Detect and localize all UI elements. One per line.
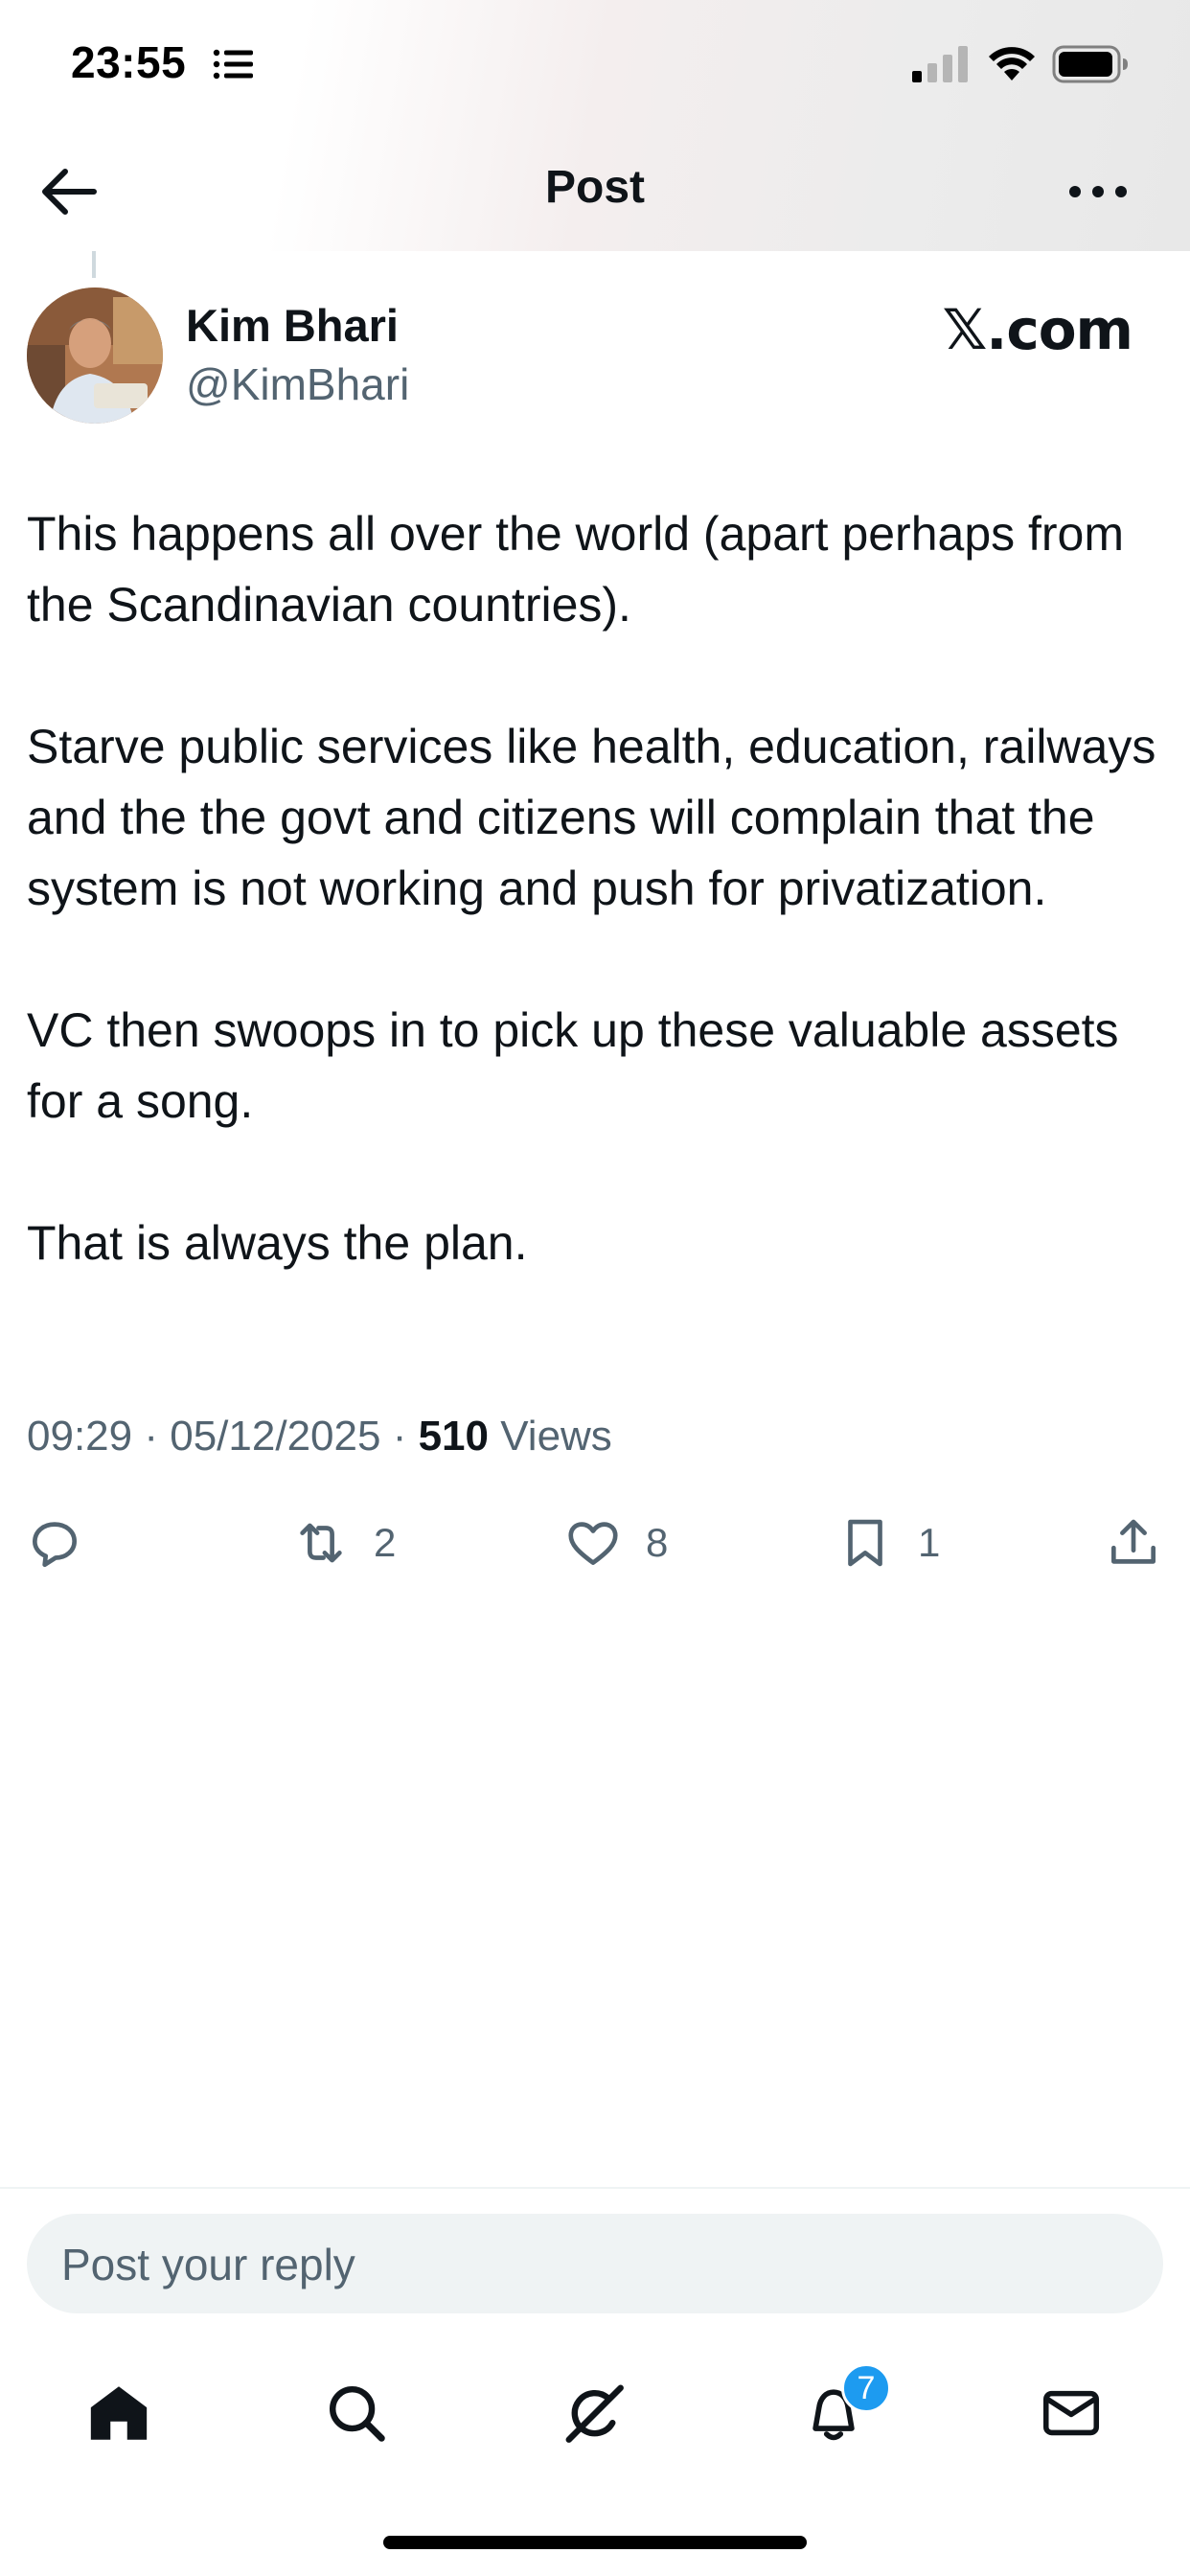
post-paragraph: VC then swoops in to pick up these valua… <box>27 1003 1119 1128</box>
source-label: 𝕏.com <box>942 297 1133 362</box>
share-button[interactable] <box>1104 1505 1163 1581</box>
tab-grok[interactable] <box>546 2365 642 2461</box>
home-icon <box>90 2386 148 2440</box>
views-count: 510 <box>418 1413 489 1460</box>
nav-bar: Post <box>0 130 1190 251</box>
bookmark-count: 1 <box>918 1520 941 1565</box>
share-icon <box>1111 1519 1156 1564</box>
reply-button[interactable] <box>25 1505 84 1581</box>
heart-icon <box>568 1522 618 1565</box>
tab-bar: 7 <box>0 2346 1190 2471</box>
tab-messages[interactable] <box>1023 2365 1119 2461</box>
divider <box>0 2187 1190 2189</box>
page-title: Post <box>544 162 645 213</box>
action-bar: 2 8 1 <box>0 1505 1190 1581</box>
post-paragraph: That is always the plan. <box>27 1216 528 1270</box>
author-name[interactable]: Kim Bhari <box>186 299 399 352</box>
meta-separator: · <box>392 1413 407 1460</box>
more-options-button[interactable] <box>1054 155 1142 228</box>
tab-notifications[interactable]: 7 <box>786 2363 891 2461</box>
post-paragraph: This happens all over the world (apart p… <box>27 507 1125 632</box>
reply-input[interactable]: Post your reply <box>27 2214 1163 2313</box>
status-bar: 23:55 <box>0 0 1190 130</box>
avatar-image <box>27 288 163 424</box>
search-icon <box>330 2386 385 2442</box>
home-indicator[interactable] <box>383 2536 807 2549</box>
screen: 23:55 Post Kim Bhari @KimBhari 𝕏.com Thi… <box>0 0 1190 2576</box>
author-handle[interactable]: @KimBhari <box>186 358 409 410</box>
cellular-signal-icon <box>912 46 968 82</box>
grok-icon <box>565 2384 624 2443</box>
wifi-icon <box>989 47 1035 80</box>
post-meta: 09:29 · 05/12/2025 · 510 Views <box>27 1413 612 1460</box>
meta-separator: · <box>144 1413 158 1460</box>
notifications-badge: 7 <box>841 2363 891 2413</box>
status-time: 23:55 <box>71 37 187 87</box>
like-button[interactable]: 8 <box>563 1505 668 1581</box>
battery-icon <box>1052 45 1128 83</box>
repost-icon <box>300 1523 342 1563</box>
post-paragraph: Starve public services like health, educ… <box>27 720 1156 915</box>
focus-list-icon <box>213 49 253 80</box>
avatar[interactable] <box>27 288 163 424</box>
views-label: Views <box>500 1413 612 1460</box>
tab-search[interactable] <box>309 2365 404 2461</box>
repost-count: 2 <box>374 1520 397 1565</box>
reply-placeholder: Post your reply <box>61 2240 355 2289</box>
more-horizontal-icon <box>1069 186 1127 197</box>
reply-icon <box>33 1522 77 1568</box>
thread-line <box>92 251 96 278</box>
post-time[interactable]: 09:29 <box>27 1413 132 1460</box>
bookmark-icon <box>848 1519 882 1567</box>
envelope-icon <box>1042 2390 1100 2436</box>
tab-home[interactable] <box>71 2365 167 2461</box>
bookmark-button[interactable]: 1 <box>835 1505 940 1581</box>
like-count: 8 <box>646 1520 669 1565</box>
repost-button[interactable]: 2 <box>291 1505 396 1581</box>
post-date[interactable]: 05/12/2025 <box>170 1413 380 1460</box>
post-body: This happens all over the world (apart p… <box>27 498 1157 1278</box>
